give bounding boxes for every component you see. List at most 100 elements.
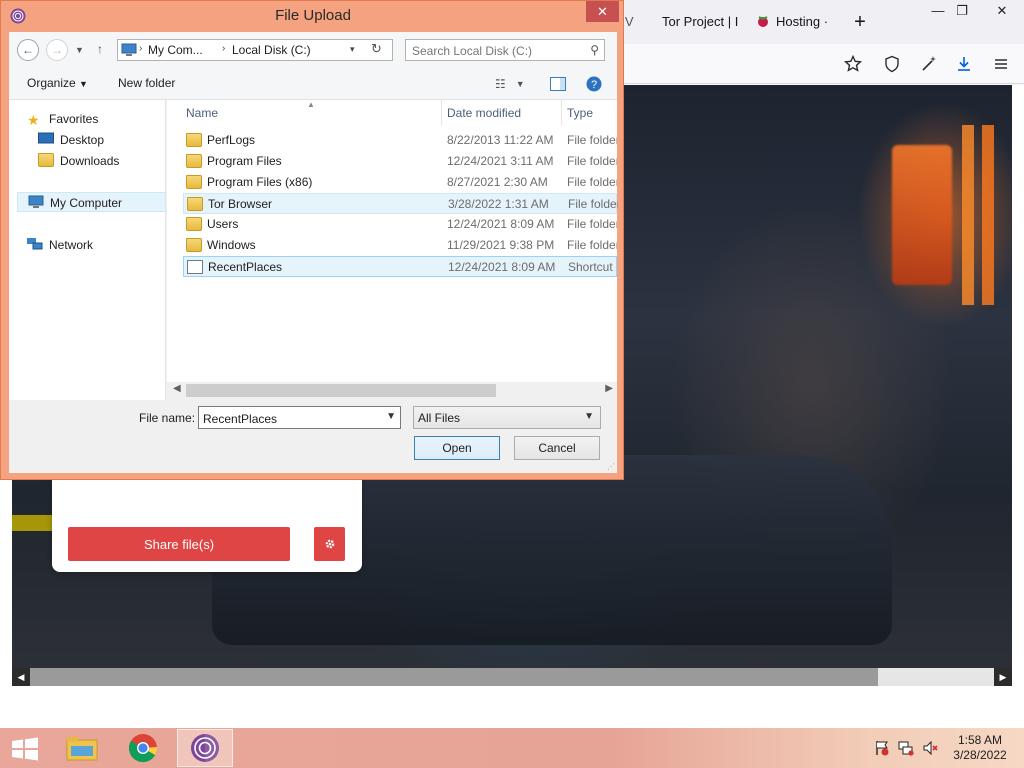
nav-item-network[interactable]: Network bbox=[27, 235, 157, 255]
column-divider[interactable] bbox=[441, 100, 442, 126]
file-row[interactable]: Users 12/24/2021 8:09 AM File folder bbox=[183, 214, 617, 235]
column-header-name[interactable]: Name bbox=[186, 106, 218, 120]
nav-item-favorites[interactable]: ★ Favorites bbox=[27, 109, 157, 129]
organize-menu[interactable]: Organize ▼ bbox=[27, 76, 88, 90]
up-arrow-icon[interactable]: ↑ bbox=[97, 42, 103, 56]
nav-item-desktop[interactable]: Desktop bbox=[38, 130, 158, 150]
search-field[interactable]: ⚲ bbox=[405, 39, 605, 61]
file-date: 12/24/2021 3:11 AM bbox=[447, 154, 554, 168]
help-icon[interactable]: ? bbox=[586, 74, 602, 94]
share-files-button[interactable]: Share file(s) bbox=[68, 527, 290, 561]
preview-pane-icon[interactable] bbox=[550, 74, 566, 94]
breadcrumb-my-computer[interactable]: My Com... bbox=[148, 43, 203, 57]
volume-muted-icon[interactable] bbox=[922, 740, 938, 756]
shield-icon[interactable] bbox=[880, 52, 904, 76]
action-center-flag-icon[interactable] bbox=[874, 740, 890, 756]
file-name: Windows bbox=[207, 238, 256, 252]
file-name: PerfLogs bbox=[207, 133, 256, 147]
windows-start-icon[interactable] bbox=[8, 736, 42, 762]
address-dropdown-icon[interactable]: ▾ bbox=[350, 44, 355, 55]
gear-icon bbox=[325, 539, 334, 549]
file-row[interactable]: PerfLogs 8/22/2013 11:22 AM File folder bbox=[183, 130, 617, 151]
file-name: Tor Browser bbox=[208, 197, 273, 211]
file-row[interactable]: Program Files (x86) 8/27/2021 2:30 AM Fi… bbox=[183, 172, 617, 193]
scroll-left-arrow-icon[interactable]: ◀ bbox=[12, 668, 30, 686]
network-status-icon[interactable] bbox=[898, 740, 914, 756]
file-type: File folder bbox=[567, 154, 617, 168]
scrollbar-thumb[interactable] bbox=[30, 668, 878, 686]
scrollbar-thumb[interactable] bbox=[186, 384, 496, 397]
download-icon[interactable] bbox=[952, 52, 976, 76]
chevron-down-icon[interactable]: ▼ bbox=[386, 411, 396, 422]
breadcrumb-separator-icon: › bbox=[139, 43, 143, 54]
column-header-date-modified[interactable]: Date modified bbox=[447, 106, 521, 120]
menu-icon[interactable] bbox=[989, 52, 1013, 76]
scroll-right-arrow-icon[interactable]: ▶ bbox=[994, 668, 1012, 686]
folder-icon bbox=[187, 197, 203, 211]
system-clock[interactable]: 1:58 AM 3/28/2022 bbox=[942, 733, 1018, 763]
refresh-icon[interactable]: ↻ bbox=[371, 41, 382, 57]
restore-button[interactable]: ❐ bbox=[944, 0, 980, 22]
file-name-input[interactable] bbox=[203, 411, 373, 426]
file-row[interactable]: Windows 11/29/2021 9:38 PM File folder bbox=[183, 235, 617, 256]
chrome-taskbar-button[interactable] bbox=[117, 729, 169, 767]
dialog-body: ← → ▼ ↑ › My Com... › Local Disk (C:) ▾ … bbox=[9, 32, 618, 473]
column-header-type[interactable]: Type bbox=[567, 106, 593, 120]
column-divider[interactable] bbox=[561, 100, 562, 126]
scroll-left-arrow-icon[interactable]: ◀ bbox=[173, 383, 181, 394]
magic-wand-icon[interactable] bbox=[917, 52, 941, 76]
clock-time: 1:58 AM bbox=[957, 733, 1003, 747]
recent-locations-chevron-icon[interactable]: ▼ bbox=[75, 45, 84, 55]
star-icon[interactable] bbox=[841, 52, 865, 76]
file-row[interactable]: Tor Browser 3/28/2022 1:31 AM File folde… bbox=[183, 193, 618, 214]
file-type: File folder bbox=[567, 175, 617, 189]
back-arrow-icon: ← bbox=[22, 43, 34, 57]
nav-item-downloads[interactable]: Downloads bbox=[38, 151, 158, 171]
back-button[interactable]: ← bbox=[17, 39, 39, 61]
tab-tor-project[interactable]: Tor Project | I bbox=[662, 8, 738, 36]
file-list-horizontal-scrollbar[interactable]: ◀ ▶ bbox=[167, 382, 617, 399]
chrome-icon bbox=[128, 734, 157, 763]
downloads-folder-icon bbox=[38, 153, 54, 167]
dialog-title: File Upload bbox=[275, 7, 351, 24]
view-options-icon[interactable]: ☷ ▼ bbox=[495, 74, 525, 94]
file-type: File folder bbox=[567, 238, 617, 252]
page-horizontal-scrollbar[interactable]: ◀ ▶ bbox=[12, 668, 1012, 686]
open-button[interactable]: Open bbox=[414, 436, 500, 460]
file-name: Program Files (x86) bbox=[207, 175, 313, 189]
breadcrumb-separator-icon: › bbox=[222, 43, 226, 54]
breadcrumb-local-disk[interactable]: Local Disk (C:) bbox=[232, 43, 311, 57]
file-name-field[interactable]: ▼ bbox=[198, 406, 401, 429]
resize-grip-icon[interactable]: ⋰ bbox=[607, 462, 615, 471]
folder-icon bbox=[186, 154, 202, 168]
file-type-select[interactable]: All Files ▼ bbox=[413, 406, 601, 429]
nav-label: Network bbox=[49, 238, 94, 252]
folder-icon bbox=[186, 175, 202, 189]
new-folder-button[interactable]: New folder bbox=[118, 76, 175, 90]
address-bar[interactable]: › My Com... › Local Disk (C:) ▾ bbox=[117, 39, 393, 61]
close-window-button[interactable]: ✕ bbox=[984, 0, 1020, 22]
search-icon[interactable]: ⚲ bbox=[590, 43, 599, 57]
file-list: ▲ Name Date modified Type PerfLogs 8/22/… bbox=[167, 100, 618, 382]
cancel-button[interactable]: Cancel bbox=[514, 436, 600, 460]
tab-hosting[interactable]: Hosting · bbox=[756, 8, 836, 36]
dialog-close-button[interactable]: ✕ bbox=[586, 1, 619, 22]
svg-text:?: ? bbox=[591, 79, 597, 91]
file-row[interactable]: Program Files 12/24/2021 3:11 AM File fo… bbox=[183, 151, 617, 172]
file-row-selected[interactable]: RecentPlaces 12/24/2021 8:09 AM Shortcut bbox=[183, 256, 617, 277]
file-name-label: File name: bbox=[139, 411, 196, 425]
star-icon: ★ bbox=[27, 112, 40, 128]
chevron-down-icon: ▼ bbox=[79, 79, 88, 89]
tor-browser-taskbar-button[interactable] bbox=[177, 729, 233, 767]
file-type-value: All Files bbox=[418, 411, 461, 425]
file-date: 11/29/2021 9:38 PM bbox=[447, 238, 555, 252]
nav-item-my-computer[interactable]: My Computer bbox=[17, 192, 166, 212]
forward-button[interactable]: → bbox=[46, 39, 68, 61]
folder-icon bbox=[186, 238, 202, 252]
scroll-right-arrow-icon[interactable]: ▶ bbox=[605, 383, 613, 394]
new-tab-button[interactable]: + bbox=[850, 10, 870, 34]
settings-button[interactable] bbox=[314, 527, 345, 561]
dialog-toolbar: Organize ▼ New folder ☷ ▼ ? bbox=[9, 68, 617, 100]
file-explorer-taskbar-button[interactable] bbox=[56, 729, 108, 767]
search-input[interactable] bbox=[412, 43, 582, 58]
